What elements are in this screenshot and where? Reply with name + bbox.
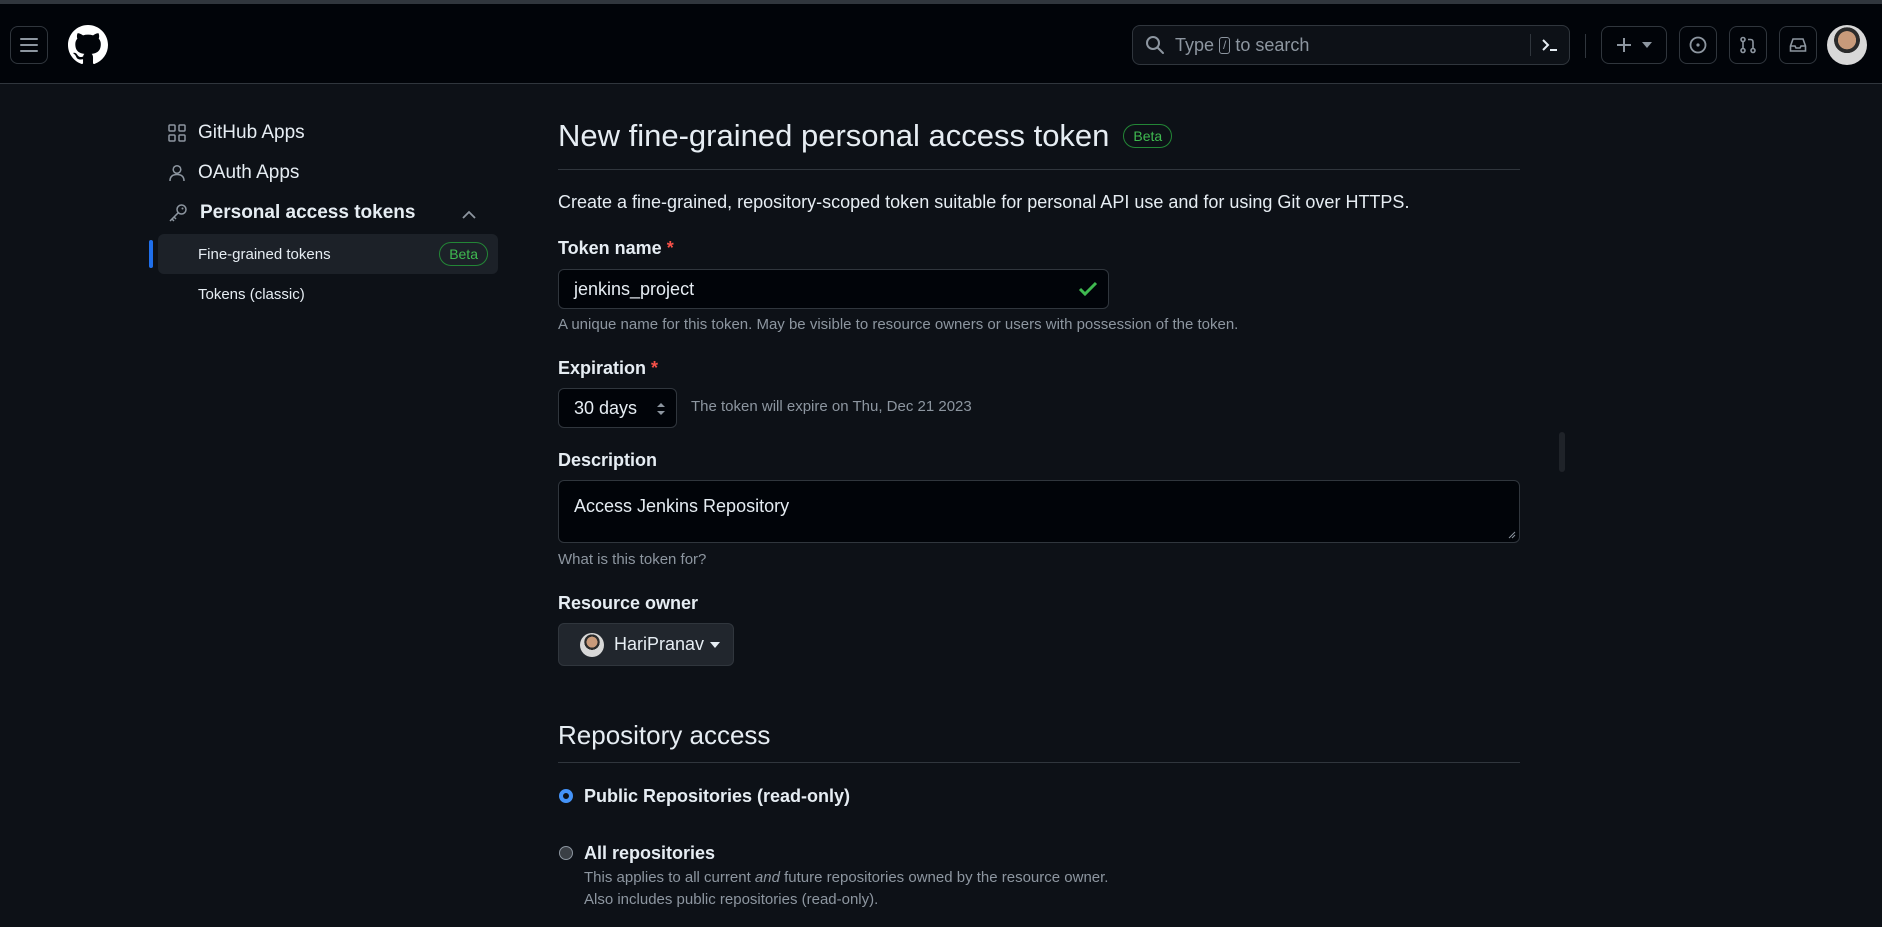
- person-icon: [169, 164, 185, 182]
- desc-text: This applies to all current: [584, 869, 751, 886]
- sidebar-item-oauth-apps[interactable]: OAuth Apps: [168, 162, 299, 184]
- expiration-select[interactable]: 30 days: [558, 388, 677, 428]
- desc-text: future repositories owned by the resourc…: [784, 869, 1109, 886]
- sidebar-item-label: GitHub Apps: [198, 122, 305, 143]
- sidebar-subitem-label: Fine-grained tokens: [198, 245, 331, 263]
- radio-label: All repositories: [584, 843, 716, 863]
- radio-option-all[interactable]: All repositories This applies to all cur…: [558, 843, 1258, 913]
- key-icon: [169, 204, 187, 222]
- token-name-input[interactable]: jenkins_project: [558, 269, 1109, 309]
- check-icon: [1078, 281, 1098, 297]
- search-placeholder-suffix: to search: [1235, 34, 1310, 55]
- repository-access-title: Repository access: [558, 720, 771, 750]
- required-marker: *: [666, 238, 674, 258]
- git-pull-request-icon: [1740, 36, 1756, 54]
- scrollbar-thumb[interactable]: [1559, 432, 1565, 472]
- expiration-label: Expiration *: [558, 358, 658, 379]
- search-shortcut-key: /: [1219, 36, 1231, 54]
- radio-description-line2: Also includes public repositories (read-…: [584, 891, 879, 908]
- inbox-button[interactable]: [1779, 26, 1817, 64]
- search-icon: [1146, 36, 1164, 54]
- radio-all-unchecked[interactable]: [559, 846, 573, 860]
- page-heading: New fine-grained personal access token B…: [558, 118, 1173, 154]
- chevron-up-icon[interactable]: [462, 210, 476, 219]
- issues-button[interactable]: [1679, 26, 1717, 64]
- plus-icon: [1617, 38, 1631, 52]
- token-name-label: Token name *: [558, 238, 674, 259]
- page-title: New fine-grained personal access token: [558, 118, 1110, 153]
- sidebar-item-personal-access-tokens[interactable]: Personal access tokens: [168, 202, 488, 224]
- sidebar-item-fine-grained-tokens[interactable]: Fine-grained tokens Beta: [158, 234, 498, 274]
- token-name-value: jenkins_project: [574, 278, 695, 299]
- description-textarea[interactable]: Access Jenkins Repository: [558, 480, 1520, 543]
- issue-opened-icon: [1689, 36, 1707, 54]
- sidebar-subitem-label: Tokens (classic): [198, 285, 305, 303]
- expiration-hint: The token will expire on Thu, Dec 21 202…: [691, 398, 972, 415]
- repository-access-divider: [558, 762, 1520, 763]
- desc-emphasis: and: [754, 869, 780, 886]
- create-new-button[interactable]: [1601, 26, 1667, 64]
- global-header: Type / to search: [0, 4, 1882, 84]
- inbox-icon: [1789, 38, 1807, 52]
- radio-public-checked[interactable]: [559, 789, 573, 803]
- sidebar-item-tokens-classic[interactable]: Tokens (classic): [158, 274, 498, 314]
- required-marker: *: [651, 358, 659, 378]
- resize-handle-icon[interactable]: [1508, 531, 1516, 539]
- github-logo[interactable]: [68, 25, 108, 65]
- menu-button[interactable]: [10, 26, 48, 64]
- sidebar-item-label: Personal access tokens: [200, 202, 416, 223]
- caret-down-icon: [710, 641, 721, 648]
- owner-name: HariPranav: [614, 634, 705, 654]
- resource-owner-label: Resource owner: [558, 593, 699, 613]
- radio-description: This applies to all current and future r…: [584, 869, 1108, 886]
- selected-indicator: [149, 240, 153, 268]
- apps-grid-icon: [168, 124, 186, 142]
- user-avatar[interactable]: [1827, 25, 1867, 65]
- sidebar-item-label: OAuth Apps: [198, 162, 300, 183]
- header-divider: [1585, 34, 1586, 58]
- label-text: Expiration: [558, 358, 647, 378]
- resource-owner-dropdown[interactable]: HariPranav: [558, 623, 734, 666]
- radio-option-public[interactable]: Public Repositories (read-only): [558, 786, 1158, 810]
- intro-text: Create a fine-grained, repository-scoped…: [558, 192, 1410, 212]
- token-name-hint: A unique name for this token. May be vis…: [558, 316, 1239, 333]
- description-label: Description: [558, 450, 658, 470]
- caret-down-icon: [1642, 42, 1652, 48]
- search-placeholder-prefix: Type: [1175, 34, 1215, 55]
- radio-label: Public Repositories (read-only): [584, 786, 851, 806]
- description-hint: What is this token for?: [558, 551, 707, 568]
- description-value: Access Jenkins Repository: [574, 496, 790, 516]
- sidebar-item-github-apps[interactable]: GitHub Apps: [168, 122, 305, 144]
- search-box[interactable]: Type / to search: [1132, 25, 1570, 65]
- search-divider: [1530, 34, 1531, 56]
- command-palette-icon[interactable]: [1541, 37, 1559, 53]
- beta-badge: Beta: [439, 242, 488, 266]
- hamburger-icon: [20, 38, 38, 52]
- owner-avatar: [580, 632, 604, 657]
- expiration-value: 30 days: [574, 397, 638, 418]
- title-divider: [558, 169, 1520, 170]
- select-arrows-icon: [657, 403, 665, 415]
- octocat-icon: [68, 25, 108, 65]
- pull-requests-button[interactable]: [1729, 26, 1767, 64]
- title-beta-badge: Beta: [1123, 124, 1173, 148]
- label-text: Token name: [558, 238, 662, 258]
